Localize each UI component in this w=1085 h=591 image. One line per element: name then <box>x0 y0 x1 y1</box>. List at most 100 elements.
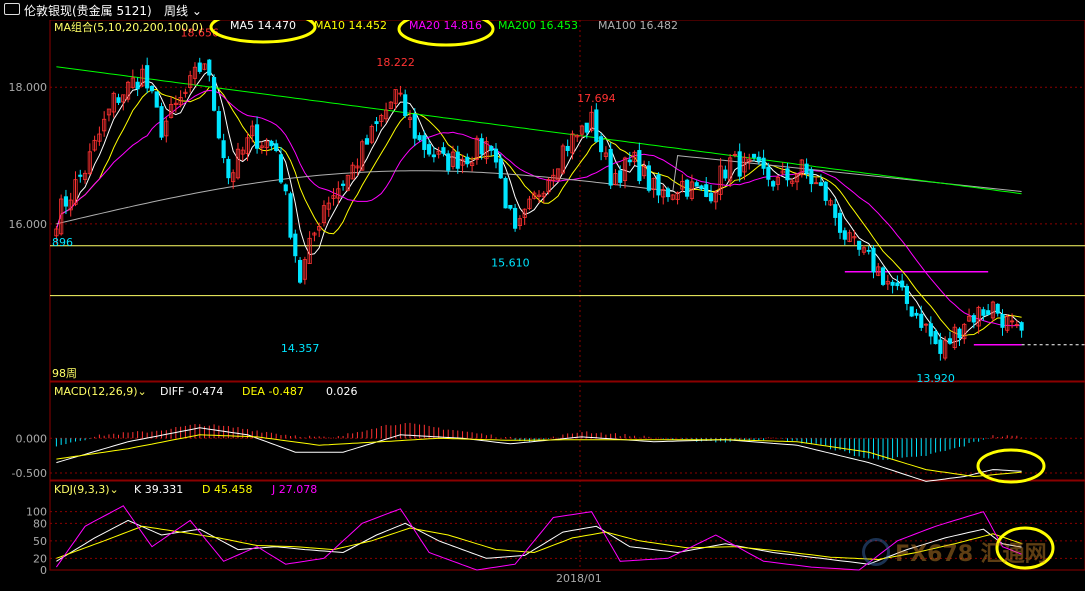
candle-151 <box>775 175 780 191</box>
candle-body-79 <box>431 154 436 158</box>
candle-body-5 <box>78 174 83 177</box>
price-annotation-4: 15.610 <box>491 257 530 270</box>
candle-body-136 <box>704 184 709 197</box>
candle-197 <box>995 303 1000 317</box>
candle-body-134 <box>694 182 699 187</box>
candle-body-107 <box>565 145 570 151</box>
period-label: 周线 <box>164 4 189 18</box>
candle-body-184 <box>933 331 938 345</box>
period-selector[interactable]: 周线 ⌄ <box>164 2 202 19</box>
candle-body-183 <box>928 323 933 337</box>
candle-95 <box>508 204 513 211</box>
instrument-title[interactable]: 伦敦银现(贵金属 5121) <box>24 2 152 19</box>
candle-181 <box>919 305 924 331</box>
candle-body-89 <box>479 138 484 155</box>
candle-49 <box>288 191 293 240</box>
candle-body-157 <box>804 163 809 174</box>
candle-121 <box>632 150 637 165</box>
candle-12 <box>111 91 116 118</box>
x-axis-date: 2018/01 <box>556 572 602 585</box>
candle-199 <box>1005 314 1010 333</box>
macd-title[interactable]: MACD(12,26,9)⌄ <box>54 385 147 398</box>
candle-51 <box>298 257 303 284</box>
candle-68 <box>379 113 384 127</box>
candle-29 <box>192 62 198 86</box>
candle-1 <box>59 194 64 236</box>
candle-94 <box>503 176 508 209</box>
candle-167 <box>852 230 857 245</box>
ma-group-label[interactable]: MA组合(5,10,20,200,100,0) <box>54 19 203 35</box>
price-y-1-tick: 16.000 <box>9 218 48 231</box>
candle-body-163 <box>833 204 838 218</box>
candle-57 <box>326 196 331 217</box>
candle-141 <box>728 154 733 188</box>
candlestick-series <box>54 57 1024 361</box>
ma100-line <box>56 155 1022 225</box>
candle-162 <box>828 198 833 207</box>
candle-body-81 <box>441 147 446 154</box>
candle-169 <box>861 245 866 255</box>
candle-body-82 <box>446 153 451 171</box>
candle-body-171 <box>871 247 876 273</box>
candle-body-50 <box>293 233 298 257</box>
candle-body-13 <box>116 97 121 103</box>
candle-body-124 <box>646 165 651 191</box>
candle-body-132 <box>685 179 690 197</box>
candle-body-173 <box>880 267 886 285</box>
candle-body-194 <box>981 309 986 316</box>
candle-69 <box>384 102 389 123</box>
kdj-y-2-tick: 50 <box>33 535 47 548</box>
candle-body-96 <box>513 207 518 229</box>
candle-body-165 <box>842 230 847 240</box>
candle-89 <box>479 133 484 160</box>
candle-body-150 <box>771 181 776 187</box>
candle-body-168 <box>857 240 862 250</box>
candle-body-2 <box>63 196 69 207</box>
candle-182 <box>923 323 929 333</box>
candle-body-187 <box>947 338 953 344</box>
candle-158 <box>809 167 814 193</box>
candle-body-140 <box>723 169 728 179</box>
candle-139 <box>718 157 723 201</box>
candle-21 <box>154 91 159 108</box>
candle-183 <box>928 316 933 345</box>
candle-10 <box>102 111 107 137</box>
candle-202 <box>1019 321 1024 338</box>
ma100-value: MA100 16.482 <box>598 19 678 32</box>
candle-body-153 <box>785 168 790 181</box>
moving-average-lines <box>55 66 1022 344</box>
header-bar: 伦敦银现(贵金属 5121) 周线 ⌄ <box>0 0 1085 20</box>
candle-body-45 <box>269 140 274 147</box>
candle-body-35 <box>221 140 226 159</box>
kdj-y-4-tick: 0 <box>40 564 47 577</box>
candle-161 <box>823 181 828 206</box>
candle-body-17 <box>135 81 140 90</box>
candle-body-49 <box>288 193 293 238</box>
candle-70 <box>388 100 393 110</box>
ma10-value: MA10 14.452 <box>314 19 387 32</box>
candle-40 <box>245 132 250 162</box>
candle-146 <box>751 153 757 162</box>
candle-body-19 <box>145 65 150 89</box>
candle-164 <box>837 209 843 240</box>
candle-8 <box>92 135 97 152</box>
candle-body-170 <box>866 249 871 252</box>
candle-39 <box>240 146 245 161</box>
candle-27 <box>183 88 188 98</box>
candle-body-48 <box>283 184 288 192</box>
candle-body-148 <box>761 157 766 169</box>
candle-body-32 <box>207 59 212 76</box>
candle-body-195 <box>986 310 991 315</box>
candle-154 <box>790 178 795 187</box>
candle-33 <box>212 74 217 112</box>
candle-30 <box>197 57 202 74</box>
candle-116 <box>608 142 613 189</box>
candle-body-147 <box>756 156 761 162</box>
candle-174 <box>885 274 890 291</box>
candle-128 <box>665 186 671 202</box>
kdj-title[interactable]: KDJ(9,3,3)⌄ <box>54 483 119 496</box>
menu-icon[interactable] <box>4 3 20 15</box>
ma5-value: MA5 14.470 <box>230 19 296 32</box>
candle-9 <box>97 126 102 146</box>
candle-body-177 <box>900 280 905 288</box>
